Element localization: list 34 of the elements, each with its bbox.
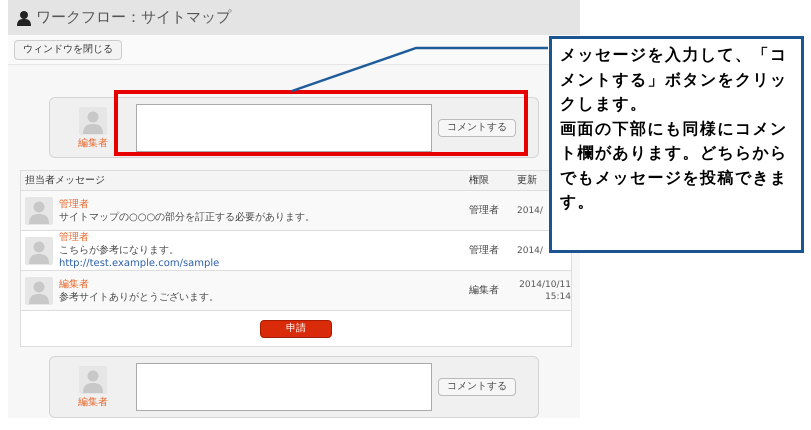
comment-button[interactable]: コメントする [438,118,516,136]
column-header: 権限 [469,174,490,188]
message-link[interactable]: http://test.example.com/sample [59,257,220,270]
updated-time: 2014/ [517,204,543,216]
user-name: 編集者 [78,138,108,148]
user-icon [16,10,32,26]
updated-time: 2014/10/11 [519,278,571,290]
message-text: サイトマップの○○○の部分を訂正する必要があります。 [59,210,316,224]
author-name: 管理者 [59,231,90,244]
avatar-icon [79,366,107,394]
message-text: こちらが参考になります。 [59,244,180,257]
comment-field[interactable] [136,363,432,411]
role-text: 管理者 [469,244,500,258]
column-header: 更新 [517,174,537,188]
comment-button[interactable]: コメントする [438,378,516,396]
column-header: 担当者メッセージ [24,174,106,188]
role-text: 編集者 [469,284,500,298]
window-title: ワークフロー：サイトマップ [36,7,231,28]
message-text: 参考サイトありがとうございます。 [59,290,219,304]
avatar-icon [79,106,107,134]
user-name: 編集者 [78,398,108,408]
callout-text: メッセージを入力して、「コメントする」ボタンをクリックします。 [560,44,788,115]
comment-field[interactable] [136,104,432,152]
avatar-icon [25,236,53,264]
updated-time: 2014/ [517,244,543,256]
updated-time: 15:14 [545,290,571,302]
author-name: 管理者 [59,198,90,210]
avatar-icon [25,196,53,224]
author-name: 編集者 [59,278,90,290]
callout-text: 画面の下部にも同様にコメント欄があります。どちらからでもメッセージを投稿できます。 [560,118,788,213]
avatar-icon [25,276,53,304]
close-window-button[interactable]: ウィンドウを閉じる [14,40,122,60]
role-text: 管理者 [469,204,500,218]
submit-button[interactable]: 申請 [260,320,332,338]
